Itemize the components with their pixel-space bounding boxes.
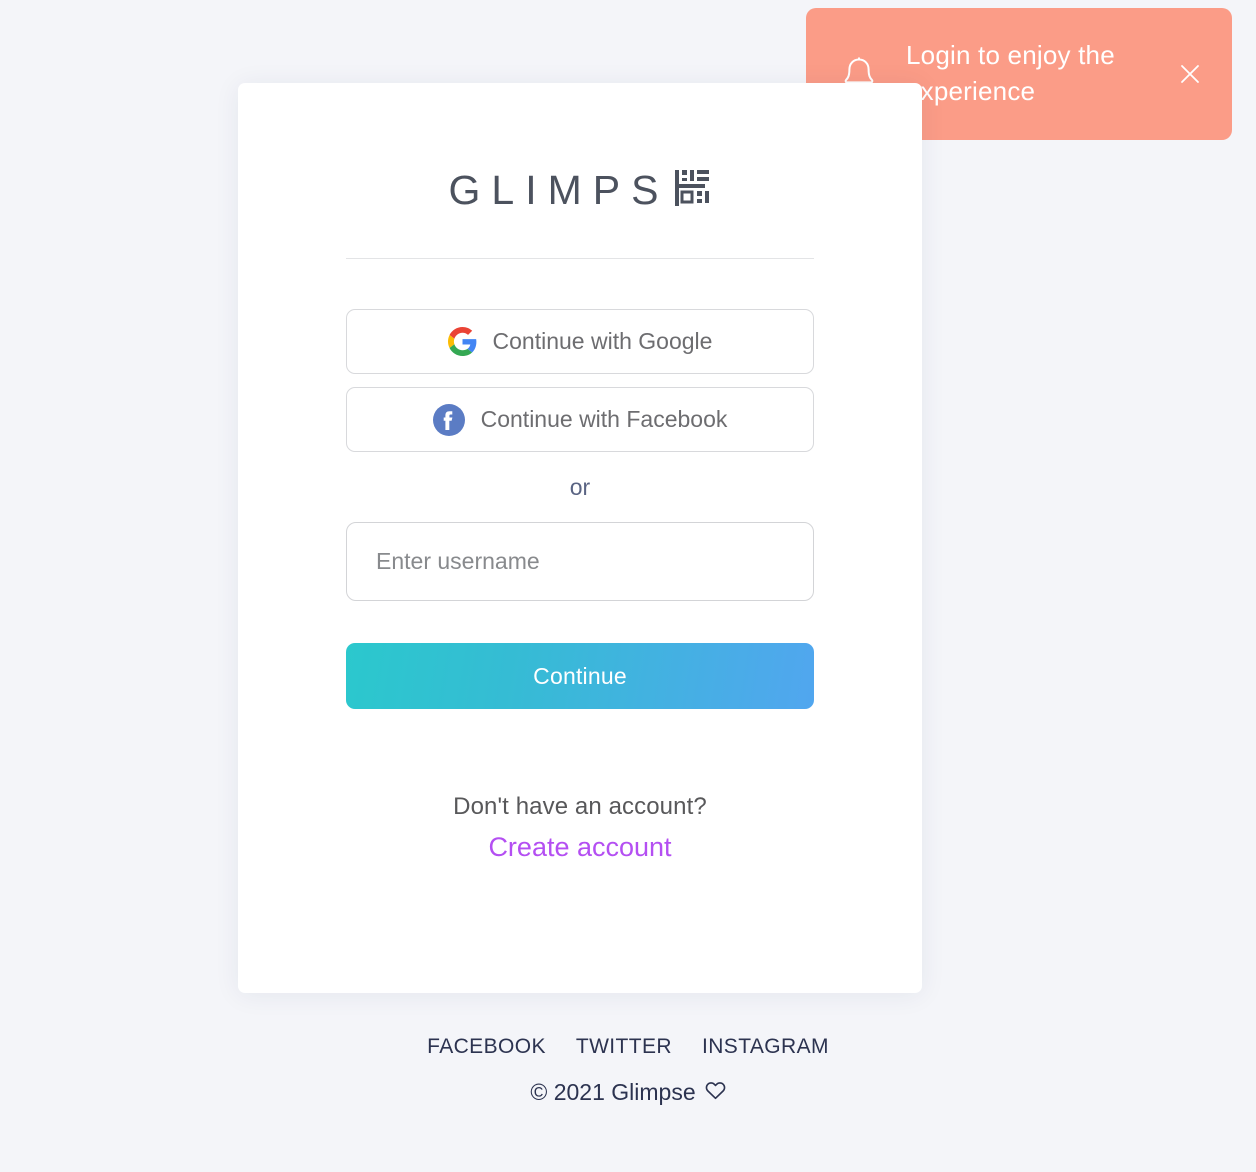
continue-button[interactable]: Continue [346,643,814,709]
social-login-list: Continue with Google Continue with Faceb… [346,309,814,452]
or-divider-label: or [569,474,591,500]
footer-link-instagram[interactable]: INSTAGRAM [702,1035,829,1059]
facebook-button-label: Continue with Facebook [480,406,728,432]
toast-message: Login to enjoy the experience [906,40,1115,106]
google-icon [447,327,477,356]
copyright-line: © 2021 Glimpse [0,1079,1256,1106]
heart-icon [705,1079,726,1106]
footer-link-facebook[interactable]: FACEBOOK [427,1035,546,1059]
brand-logo: GLIMPS [346,167,814,214]
login-card: GLIMPS Continue with Google Continue wit… [238,83,922,993]
logo-divider [346,258,814,259]
page-footer: FACEBOOK TWITTER INSTAGRAM © 2021 Glimps… [0,1035,1256,1106]
google-button-label: Continue with Google [492,328,713,354]
create-account-link[interactable]: Create account [488,832,671,863]
facebook-icon [432,403,465,436]
continue-with-facebook-button[interactable]: Continue with Facebook [346,387,814,452]
signup-question: Don't have an account? [453,793,707,820]
username-input[interactable] [346,522,814,601]
continue-with-google-button[interactable]: Continue with Google [346,309,814,374]
qr-code-icon [673,168,711,213]
close-icon[interactable] [1170,54,1210,94]
footer-link-twitter[interactable]: TWITTER [576,1035,672,1059]
footer-social-links: FACEBOOK TWITTER INSTAGRAM [0,1035,1256,1059]
copyright-text: © 2021 Glimpse [530,1079,696,1105]
brand-logo-text: GLIMPS [448,167,670,213]
signup-prompt: Don't have an account? Create account [346,793,814,863]
